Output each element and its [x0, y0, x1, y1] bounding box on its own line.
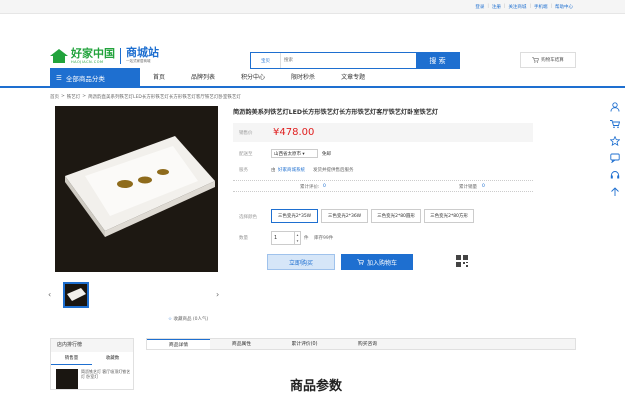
logo-sub-text: HAOJIACN.COM — [71, 59, 104, 64]
mobile-link[interactable]: 手机端 — [534, 4, 548, 10]
price-value: ¥478.00 — [273, 127, 315, 138]
price-label: 销售价 — [239, 131, 253, 136]
cart-label: 购物车结算 — [541, 58, 564, 63]
search-button[interactable]: 搜 索 — [416, 53, 459, 68]
menu-icon: ☰ — [56, 74, 62, 82]
option-35w[interactable]: 三色变光2*35W — [271, 209, 318, 223]
ranking-item-text[interactable]: 简沥铁艺灯 客厅吸顶灯铁艺灯 卧室灯 — [81, 369, 131, 379]
tab-reviews[interactable]: 累计评价(0) — [273, 339, 336, 349]
color-label: 选择颜色 — [239, 215, 257, 220]
main-nav: ☰ 全部商品分类 首页 品牌列表 积分中心 限时秒杀 文章专题 — [0, 68, 625, 88]
tab-details[interactable]: 商品详情 — [147, 339, 210, 349]
reviews-count[interactable]: 0 — [323, 184, 326, 189]
nav-item-articles[interactable]: 文章专题 — [328, 68, 378, 88]
quantity-stepper[interactable]: ▴ ▾ — [295, 231, 301, 245]
help-center-link[interactable]: 帮助中心 — [555, 4, 573, 10]
all-categories-label: 全部商品分类 — [65, 75, 105, 83]
nav-item-brands[interactable]: 品牌列表 — [178, 68, 228, 88]
header: 好家中国 HAOJIACN.COM 商城站 一站式家居商城 宝贝 搜 索 购物车… — [0, 14, 625, 69]
tab-favorites[interactable]: 收藏数 — [92, 352, 133, 365]
logo-divider — [120, 47, 121, 64]
quantity-input[interactable]: 1 — [271, 231, 295, 245]
cart-icon — [357, 259, 364, 265]
thumbnail-image[interactable] — [63, 282, 89, 308]
product-stats: 累计评价: 0 累计销量 0 — [233, 180, 533, 192]
option-36w[interactable]: 三色变光2*36W — [321, 209, 368, 223]
top-links: 登录 | 注册 | 关注商城 | 手机端 | 帮助中心 — [475, 4, 573, 10]
chat-icon[interactable] — [604, 149, 625, 166]
back-to-top-icon[interactable] — [604, 183, 625, 200]
breadcrumb-current: 简沥韵直美系列铁艺灯LED长方形铁艺灯长方形铁艺灯客厅铁艺灯卧室铁艺灯 — [88, 95, 241, 100]
search-bar: 宝贝 搜 索 — [250, 52, 460, 69]
add-to-cart-button[interactable]: 加入购物车 — [341, 254, 413, 270]
quantity-unit: 件 — [304, 236, 309, 241]
ship-to-select[interactable]: 山西省太原市 ▾ — [271, 149, 318, 158]
sales-label: 累计销量 — [459, 185, 477, 190]
sales-count: 0 — [482, 184, 485, 189]
headset-icon[interactable] — [604, 166, 625, 183]
login-link[interactable]: 登录 — [475, 4, 484, 10]
favorite-label: 收藏商品 (0人气) — [173, 317, 209, 322]
nav-item-points[interactable]: 积分中心 — [228, 68, 278, 88]
top-bar: 登录 | 注册 | 关注商城 | 手机端 | 帮助中心 — [0, 0, 625, 14]
chevron-down-icon[interactable]: ▾ — [295, 238, 300, 244]
option-80-round[interactable]: 三色变光2*80圆形 — [371, 209, 421, 223]
detail-tabs: 商品详情 商品属性 累计评价(0) 购买咨询 — [146, 338, 576, 350]
product-title: 简沥韵美系列铁艺灯LED长方形铁艺灯长方形铁艺灯客厅铁艺灯卧室铁艺灯 — [233, 109, 439, 116]
add-to-cart-label: 加入购物车 — [366, 259, 397, 267]
house-logo-icon — [50, 48, 68, 63]
breadcrumb: 首页 > 铁艺灯 > 简沥韵直美系列铁艺灯LED长方形铁艺灯长方形铁艺灯客厅铁艺灯卧… — [50, 94, 241, 100]
price-box: 销售价 ¥478.00 — [233, 123, 533, 142]
buy-now-button[interactable]: 立即购买 — [267, 254, 335, 270]
option-80-square[interactable]: 三色变光2*80方形 — [424, 209, 474, 223]
cart-button[interactable]: 购物车结算 — [520, 52, 576, 68]
star-icon[interactable] — [604, 132, 625, 149]
tab-attributes[interactable]: 商品属性 — [210, 339, 273, 349]
product-main-image[interactable] — [55, 106, 218, 272]
search-category[interactable]: 宝贝 — [251, 53, 281, 68]
follow-mall-link[interactable]: 关注商城 — [508, 4, 526, 10]
cart-icon — [532, 57, 540, 63]
breadcrumb-category[interactable]: 铁艺灯 — [67, 94, 81, 100]
reviews-label: 累计评价: — [300, 185, 320, 190]
store-ranking: 店内排行榜 销售量 收藏数 简沥铁艺灯 客厅吸顶灯铁艺灯 卧室灯 — [50, 338, 134, 390]
quantity-label: 数量 — [239, 236, 248, 241]
qr-code-icon[interactable] — [456, 255, 468, 267]
ceiling-lamp-image — [55, 106, 218, 272]
service-from: 由 — [271, 168, 276, 173]
tab-consult[interactable]: 购买咨询 — [336, 339, 399, 349]
chevron-left-icon[interactable]: ‹ — [48, 290, 51, 299]
spec-title: 商品参数 — [290, 379, 343, 394]
service-shop-link[interactable]: 好家商城系统 — [278, 167, 305, 173]
breadcrumb-home[interactable]: 首页 — [50, 94, 59, 100]
logo-site-sub: 一站式家居商城 — [126, 59, 151, 63]
cart-icon[interactable] — [604, 115, 625, 132]
logo-site-text: 商城站 — [126, 47, 159, 59]
register-link[interactable]: 注册 — [492, 4, 501, 10]
thumbnail-strip: ‹ › — [48, 282, 226, 312]
service-note: 发货并提供售后服务 — [313, 168, 354, 173]
service-label: 服务 — [239, 168, 248, 173]
chevron-right-icon[interactable]: › — [216, 290, 219, 299]
tab-sales[interactable]: 销售量 — [51, 352, 92, 365]
all-categories-button[interactable]: ☰ 全部商品分类 — [50, 68, 140, 88]
favorite-product[interactable]: ☆ 收藏商品 (0人气) — [168, 316, 208, 322]
logo-main-text: 好家中国 — [71, 47, 115, 60]
right-sidebar — [604, 98, 625, 200]
star-icon: ☆ — [168, 317, 173, 322]
nav-item-home[interactable]: 首页 — [140, 68, 178, 88]
user-icon[interactable] — [604, 98, 625, 115]
free-shipping-note: 免邮 — [322, 152, 331, 157]
nav-item-flash-sale[interactable]: 限时秒杀 — [278, 68, 328, 88]
ship-label: 配送至 — [239, 152, 253, 157]
stock-info: 库存99件 — [314, 236, 334, 241]
search-input[interactable] — [281, 53, 416, 68]
ranking-title: 店内排行榜 — [51, 339, 133, 352]
ranking-item-image[interactable] — [56, 369, 78, 389]
site-logo[interactable]: 好家中国 HAOJIACN.COM 商城站 一站式家居商城 — [50, 47, 159, 64]
